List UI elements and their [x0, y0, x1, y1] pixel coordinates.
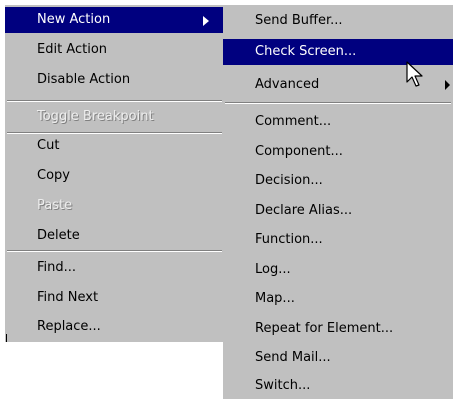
submenu-item-component[interactable]: Component...	[223, 139, 453, 165]
submenu-item-repeat-for-element[interactable]: Repeat for Element...	[223, 316, 453, 342]
menu-item-new-action[interactable]: New Action	[5, 7, 224, 33]
menu-item-label: Delete	[37, 228, 80, 243]
menu-item-label: Map...	[255, 291, 295, 306]
menu-item-label: Disable Action	[37, 72, 131, 87]
menu-item-label: Advanced	[255, 77, 320, 92]
menu-item-delete[interactable]: Delete	[5, 223, 224, 249]
submenu-item-switch[interactable]: Switch...	[223, 373, 453, 399]
submenu-item-send-mail[interactable]: Send Mail...	[223, 345, 453, 371]
menu-item-label: Declare Alias...	[255, 203, 353, 218]
menu-item-label: Copy	[37, 168, 70, 183]
menu-item-label: Component...	[255, 144, 343, 159]
menu-item-label: Repeat for Element...	[255, 321, 394, 336]
menu-item-label: Decision...	[255, 173, 323, 188]
submenu-item-decision[interactable]: Decision...	[223, 168, 453, 194]
submenu-item-function[interactable]: Function...	[223, 227, 453, 253]
menu-item-label: New Action	[37, 12, 111, 27]
menu-item-edit-action[interactable]: Edit Action	[5, 37, 224, 63]
menu-item-label: Toggle Breakpoint	[37, 109, 154, 124]
menu-item-find[interactable]: Find...	[5, 255, 224, 281]
menu-item-label: Check Screen...	[255, 44, 357, 59]
menu-item-copy[interactable]: Copy	[5, 163, 224, 189]
context-menu: New Action Edit Action Disable Action To…	[5, 5, 224, 342]
menu-item-cut[interactable]: Cut	[5, 133, 224, 159]
menu-item-disable-action[interactable]: Disable Action	[5, 67, 224, 93]
submenu-item-log[interactable]: Log...	[223, 257, 453, 283]
submenu-item-comment[interactable]: Comment...	[223, 109, 453, 135]
menu-item-toggle-breakpoint[interactable]: Toggle Breakpoint	[5, 104, 224, 130]
menu-item-label: Edit Action	[37, 42, 108, 57]
menu-item-label: Paste	[37, 198, 73, 213]
menu-item-label: Find Next	[37, 290, 99, 305]
submenu-item-declare-alias[interactable]: Declare Alias...	[223, 198, 453, 224]
menu-item-label: Comment...	[255, 114, 332, 129]
divider-mark	[6, 334, 7, 342]
menu-item-label: Function...	[255, 232, 323, 247]
menu-separator	[225, 102, 451, 104]
menu-item-find-next[interactable]: Find Next	[5, 285, 224, 311]
menu-separator	[7, 250, 222, 252]
menu-item-label: Log...	[255, 262, 291, 277]
menu-item-label: Find...	[37, 260, 77, 275]
menu-item-label: Switch...	[255, 378, 311, 393]
menu-item-replace[interactable]: Replace...	[5, 314, 224, 340]
submenu-arrow-icon	[445, 80, 450, 90]
submenu-item-send-buffer[interactable]: Send Buffer...	[223, 8, 453, 34]
mouse-cursor-icon	[406, 61, 423, 87]
menu-separator	[7, 100, 222, 102]
menu-item-paste[interactable]: Paste	[5, 193, 224, 219]
menu-item-label: Cut	[37, 138, 60, 153]
menu-item-label: Send Buffer...	[255, 13, 343, 28]
submenu-item-map[interactable]: Map...	[223, 286, 453, 312]
submenu-arrow-icon	[203, 16, 209, 26]
menu-item-label: Replace...	[37, 319, 101, 334]
menu-item-label: Send Mail...	[255, 350, 331, 365]
